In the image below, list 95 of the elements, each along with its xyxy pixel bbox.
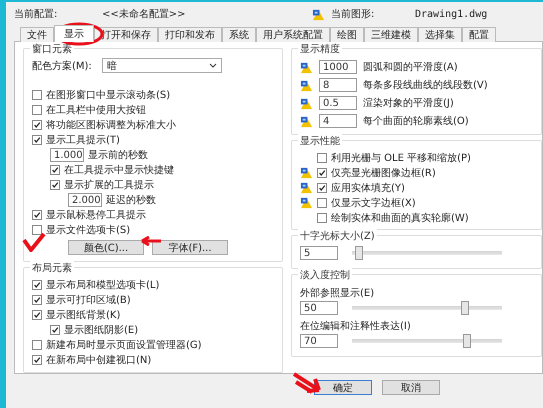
drawing-setting-icon xyxy=(300,114,313,128)
checkbox[interactable] xyxy=(50,180,60,190)
tab[interactable]: 配置 xyxy=(462,27,496,42)
checkbox-label: 显示可打印区域(B) xyxy=(46,294,131,306)
tab[interactable]: 系统 xyxy=(222,27,256,42)
checkbox-label: 应用实体填充(Y) xyxy=(331,182,405,194)
dialog-button[interactable]: 取消 xyxy=(382,380,440,395)
field-label: 显示前的秒数 xyxy=(88,148,148,162)
drawing-setting-icon xyxy=(312,8,325,20)
checkbox-label: 新建布局时显示页面设置管理器(G) xyxy=(46,338,202,352)
checkbox[interactable] xyxy=(32,134,42,144)
checkbox-label: 在工具提示中显示快捷键 xyxy=(64,164,174,176)
group-title: 显示性能 xyxy=(298,134,342,148)
input-field[interactable]: 50 xyxy=(300,300,338,314)
dialog-button[interactable]: 字体(F)... xyxy=(152,240,228,255)
checkbox-label: 仅亮显光栅图像边框(R) xyxy=(331,166,436,180)
field-label: 每个曲面的轮廓素线(O) xyxy=(363,114,469,128)
checkbox[interactable] xyxy=(32,104,42,114)
checkbox[interactable] xyxy=(317,212,327,222)
slider-thumb[interactable] xyxy=(462,334,470,348)
checkbox[interactable] xyxy=(32,354,42,364)
group-title: 十字光标大小(Z) xyxy=(298,229,377,243)
checkbox-label: 在工具栏中使用大按钮 xyxy=(46,104,146,116)
checkbox[interactable] xyxy=(50,324,60,334)
input-field[interactable]: 2.000 xyxy=(68,192,102,206)
profile-name: <<未命名配置>> xyxy=(102,8,187,21)
tab[interactable]: 三维建模 xyxy=(364,27,418,42)
checkbox[interactable] xyxy=(317,168,327,178)
tab[interactable]: 打印和发布 xyxy=(158,27,222,42)
input-field[interactable]: 4 xyxy=(319,114,357,128)
checkbox-label: 显示布局和模型选项卡(L) xyxy=(46,278,160,292)
slider-thumb[interactable] xyxy=(354,246,362,260)
checkbox[interactable] xyxy=(32,210,42,220)
group-title: 布局元素 xyxy=(30,261,74,275)
dropdown-label: 配色方案(M): xyxy=(32,60,92,72)
checkbox[interactable] xyxy=(317,198,327,208)
checkbox-label: 显示扩展的工具提示 xyxy=(64,178,154,192)
tab[interactable]: 绘图 xyxy=(330,27,364,42)
checkbox-label: 在新布局中创建视口(N) xyxy=(46,354,152,366)
annotation-check xyxy=(22,232,46,252)
color-scheme-dropdown[interactable]: 暗 xyxy=(102,58,222,73)
input-field[interactable]: 0.5 xyxy=(319,96,357,110)
checkbox[interactable] xyxy=(317,182,327,192)
slider-thumb[interactable] xyxy=(461,300,469,314)
tab[interactable]: 选择集 xyxy=(418,27,462,42)
checkbox[interactable] xyxy=(32,90,42,100)
field-label: 圆弧和圆的平滑度(A) xyxy=(363,60,458,74)
checkbox[interactable] xyxy=(32,294,42,304)
checkbox[interactable] xyxy=(32,224,42,234)
group-title: 窗口元素 xyxy=(30,42,74,56)
annotation-arrow xyxy=(292,372,322,394)
checkbox[interactable] xyxy=(50,164,60,174)
slider-label: 在位编辑和注释性表达(I) xyxy=(300,320,412,333)
tab[interactable]: 文件 xyxy=(20,27,54,42)
checkbox[interactable] xyxy=(32,280,42,290)
checkbox[interactable] xyxy=(32,340,42,350)
field-label: 延迟的秒数 xyxy=(106,194,156,206)
checkbox-label: 显示工具提示(T) xyxy=(46,134,120,146)
checkbox-label: 显示鼠标悬停工具提示 xyxy=(46,208,146,222)
checkbox[interactable] xyxy=(317,152,327,162)
input-field[interactable]: 8 xyxy=(319,78,357,92)
checkbox-label: 仅显示文字边框(X) xyxy=(331,196,416,210)
checkbox-label: 将功能区图标调整为标准大小 xyxy=(46,118,176,132)
group-title: 淡入度控制 xyxy=(298,268,352,282)
checkbox-label: 显示图纸阴影(E) xyxy=(64,324,138,336)
field-label: 每条多段线曲线的线段数(V) xyxy=(363,78,488,92)
dialog-button[interactable]: 确定 xyxy=(314,380,372,395)
drawing-setting-icon xyxy=(300,96,313,110)
input-field[interactable]: 70 xyxy=(300,334,338,348)
input-field[interactable]: 5 xyxy=(300,246,338,260)
checkbox[interactable] xyxy=(32,310,42,320)
tab[interactable]: 显示 xyxy=(54,25,94,42)
dialog-button[interactable]: 颜色(C)... xyxy=(68,240,144,255)
drawing-setting-icon xyxy=(300,181,313,194)
input-field[interactable]: 1000 xyxy=(319,60,357,74)
group-title: 显示精度 xyxy=(298,42,342,56)
drawing-name: Drawing1.dwg xyxy=(415,8,488,20)
annotation-arrow xyxy=(140,236,162,246)
profile-label: 当前配置: xyxy=(14,8,58,21)
drawing-setting-icon xyxy=(300,196,313,209)
checkbox-label: 利用光栅与 OLE 平移和缩放(P) xyxy=(331,152,471,164)
tab[interactable]: 用户系统配置 xyxy=(256,27,330,42)
checkbox-label: 在图形窗口中显示滚动条(S) xyxy=(46,88,170,102)
field-label: 渲染对象的平滑度(J) xyxy=(363,96,454,110)
drawing-label: 当前图形: xyxy=(331,8,376,21)
checkbox-label: 绘制实体和曲面的真实轮廓(W) xyxy=(331,212,469,224)
drawing-setting-icon xyxy=(300,166,313,179)
drawing-setting-icon xyxy=(300,78,313,92)
checkbox[interactable] xyxy=(32,120,42,130)
input-field[interactable]: 1.000 xyxy=(50,148,84,162)
slider-label: 外部参照显示(E) xyxy=(300,286,376,300)
chevron-icon xyxy=(208,63,217,68)
drawing-setting-icon xyxy=(300,60,313,74)
checkbox-label: 显示文件选项卡(S) xyxy=(46,224,130,236)
checkbox-label: 显示图纸背景(K) xyxy=(46,308,120,322)
